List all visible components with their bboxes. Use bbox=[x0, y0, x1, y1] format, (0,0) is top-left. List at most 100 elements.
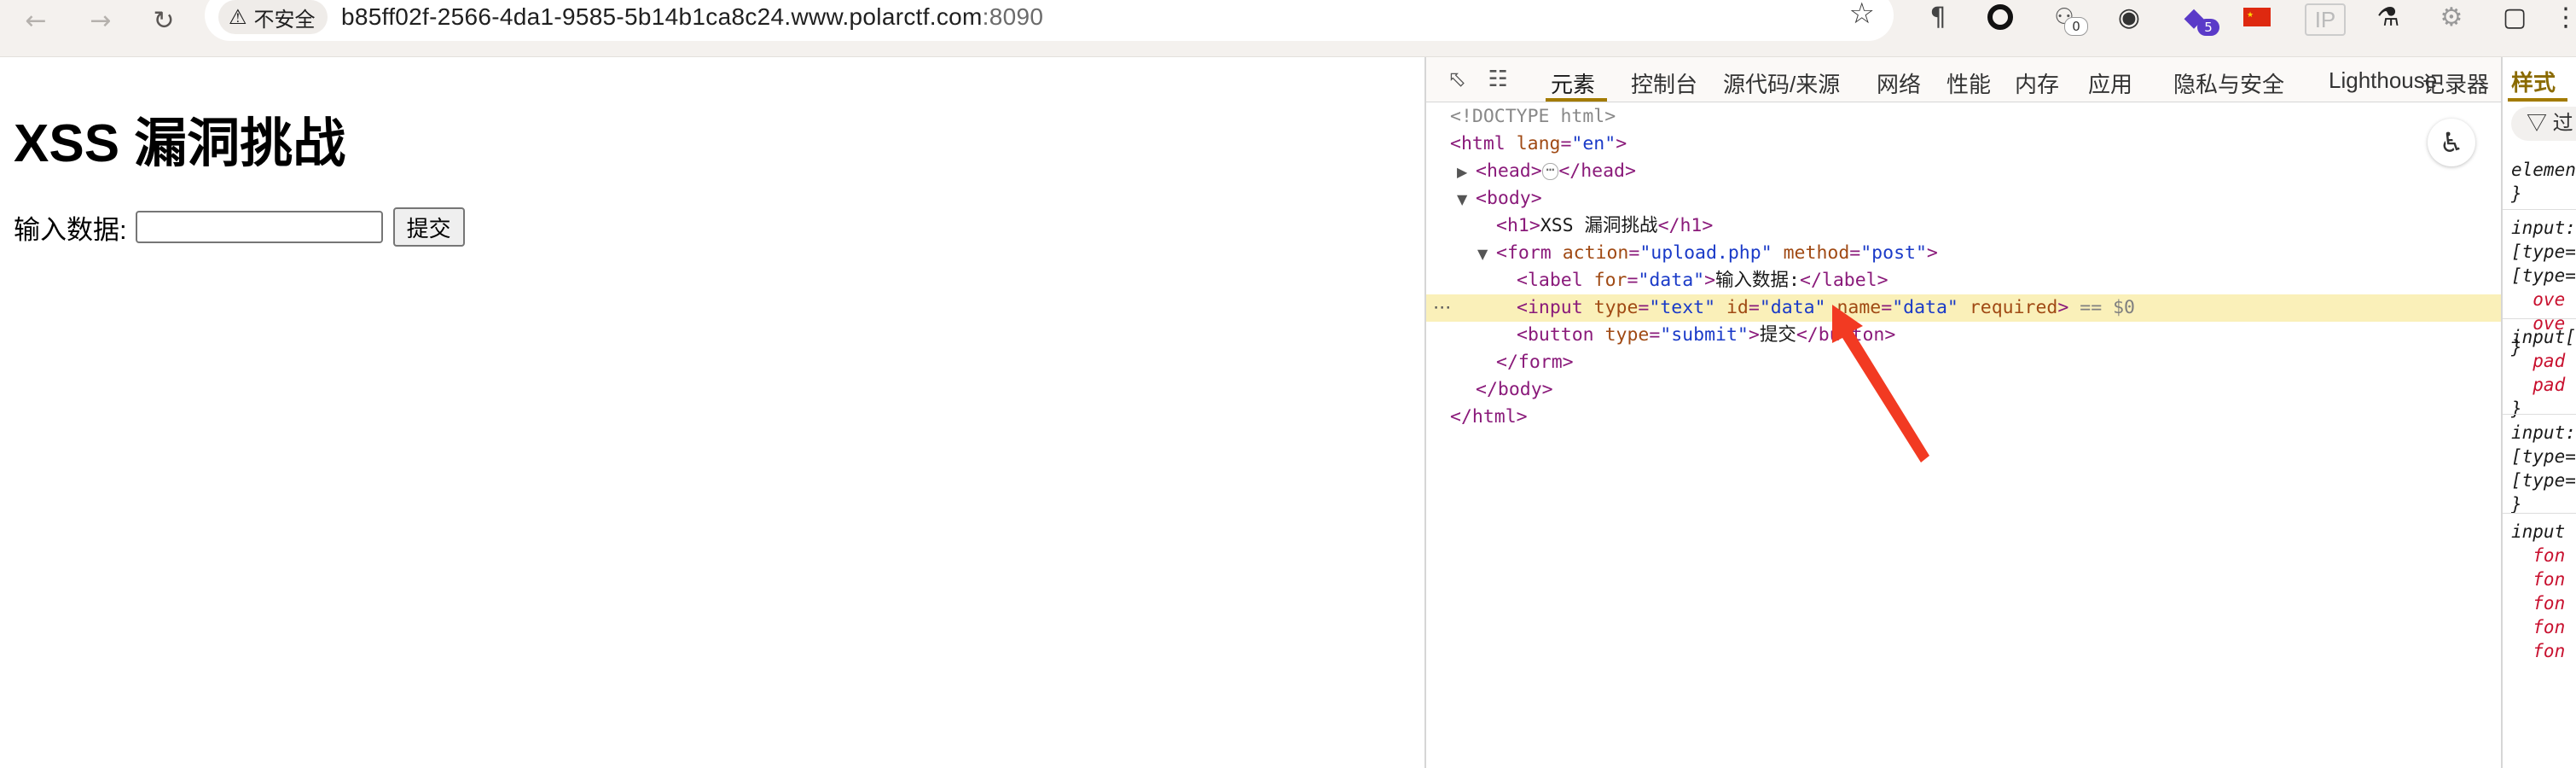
circle-extension-icon[interactable] bbox=[1983, 0, 2017, 34]
val-button-type: "submit" bbox=[1660, 324, 1749, 346]
inspect-element-icon[interactable]: ⬁ bbox=[1442, 64, 1472, 95]
dom-line-label[interactable]: <label for="data">输入数据:</label> bbox=[1426, 267, 2501, 294]
page-viewport: XSS 漏洞挑战 输入数据: 提交 bbox=[0, 57, 1424, 768]
device-toolbar-icon[interactable]: ☷ bbox=[1482, 64, 1513, 95]
tag-html-close: </html> bbox=[1450, 406, 1528, 428]
tag-h1-open: <h1> bbox=[1496, 215, 1540, 236]
styles-tab-indicator bbox=[2508, 98, 2567, 102]
browser-toolbar: ← → ↻ ⚠ 不安全 b85ff02f-2566-4da1-9585-5b14… bbox=[0, 0, 2576, 57]
attr-id: id bbox=[1726, 297, 1749, 318]
rule-separator bbox=[2503, 414, 2576, 415]
devtools-tab-8[interactable]: Lighthouse bbox=[2329, 67, 2437, 94]
label-text: 输入数据: bbox=[1715, 270, 1800, 291]
styles-tab[interactable]: 样式 bbox=[2511, 66, 2556, 97]
warning-icon: ⚠ bbox=[229, 5, 247, 29]
dom-line-button[interactable]: <button type="submit">提交</button> bbox=[1426, 322, 2501, 349]
val-type: "text" bbox=[1649, 297, 1716, 318]
dom-line-body-close[interactable]: </body> bbox=[1426, 376, 2501, 404]
button-text: 提交 bbox=[1759, 324, 1796, 346]
submit-button[interactable]: 提交 bbox=[392, 207, 465, 247]
style-rule-3[interactable]: input: [type= [type= } bbox=[2511, 421, 2576, 516]
collapse-triangle-icon[interactable]: ▼ bbox=[1457, 186, 1476, 213]
profile-icon[interactable]: ⋮ bbox=[2553, 0, 2576, 34]
tag-button-open: <button bbox=[1517, 324, 1594, 346]
address-bar[interactable]: ⚠ 不安全 b85ff02f-2566-4da1-9585-5b14b1ca8c… bbox=[205, 0, 1894, 41]
attr-required: required bbox=[1969, 297, 2058, 318]
style-rule-4[interactable]: input fon fon fon fon fon bbox=[2511, 520, 2576, 663]
rule-separator bbox=[2503, 209, 2576, 210]
tag-h1-close: </h1> bbox=[1657, 215, 1714, 236]
dom-line-form-close[interactable]: </form> bbox=[1426, 349, 2501, 376]
devtools-tab-6[interactable]: 应用 bbox=[2088, 67, 2132, 99]
dom-line-html-close[interactable]: </html> bbox=[1426, 404, 2501, 431]
devtools-tab-7[interactable]: 隐私与安全 bbox=[2173, 67, 2284, 99]
attr-button-type: type bbox=[1604, 324, 1650, 346]
security-label: 不安全 bbox=[253, 8, 316, 32]
attr-name: name bbox=[1836, 297, 1882, 318]
pilcrow-extension-icon[interactable]: ¶ bbox=[1921, 0, 1955, 34]
dom-line-h1[interactable]: <h1>XSS 漏洞挑战</h1> bbox=[1426, 212, 2501, 240]
tag-body-close: </body> bbox=[1476, 379, 1553, 400]
tag-head-open: <head> bbox=[1476, 160, 1542, 182]
counter-extension-icon[interactable]: ⚇ 0 bbox=[2047, 0, 2088, 36]
reload-icon[interactable]: ↻ bbox=[147, 3, 181, 38]
puzzle-extensions-icon[interactable]: ▢ bbox=[2498, 0, 2532, 34]
forward-icon[interactable]: → bbox=[84, 3, 118, 38]
tag-body-open: <body> bbox=[1476, 188, 1542, 209]
devtools-tab-9[interactable]: 记录器 bbox=[2422, 67, 2489, 99]
dom-line-head[interactable]: ▶ <head> ⋯ </head> bbox=[1426, 158, 2501, 185]
tag-form-open: <form bbox=[1496, 242, 1552, 264]
styles-filter-input[interactable]: ▽ 过 bbox=[2511, 107, 2576, 141]
val-lang: "en" bbox=[1571, 133, 1616, 154]
styles-pane: 样式 ▽ 过 element }input: [type= [type= ove… bbox=[2501, 57, 2576, 768]
attr-lang: lang bbox=[1516, 133, 1561, 154]
expand-triangle-icon[interactable]: ▶ bbox=[1457, 159, 1476, 186]
val-action: "upload.php" bbox=[1639, 242, 1772, 264]
val-name: "data" bbox=[1892, 297, 1958, 318]
url-port: :8090 bbox=[982, 3, 1044, 30]
back-icon[interactable]: ← bbox=[19, 3, 53, 38]
url-text[interactable]: b85ff02f-2566-4da1-9585-5b14b1ca8c24.www… bbox=[341, 3, 1043, 31]
rule-separator bbox=[2503, 318, 2576, 319]
bookmark-star-icon[interactable]: ☆ bbox=[1849, 0, 1875, 31]
dom-line-form[interactable]: ▼ <form action="upload.php" method="post"… bbox=[1426, 240, 2501, 267]
selected-node-marker: == $0 bbox=[2080, 297, 2136, 318]
gear-extension-icon[interactable]: ⚙ bbox=[2434, 0, 2469, 34]
val-id: "data" bbox=[1759, 297, 1826, 318]
dom-line-doctype[interactable]: <!DOCTYPE html> bbox=[1426, 103, 2501, 131]
h1-text: XSS 漏洞挑战 bbox=[1540, 215, 1658, 236]
devtools-tab-1[interactable]: 控制台 bbox=[1631, 67, 1697, 99]
devtools-toolbar: ⬁ ☷ 元素 控制台 源代码/来源 网络 性能 内存 应用 隐私与安全 Lighthouse 记录… bbox=[1426, 57, 2576, 102]
more-options-icon[interactable]: ⋯ bbox=[1433, 294, 1452, 322]
attr-for: for bbox=[1593, 270, 1627, 291]
shield-extension-icon[interactable]: ◆ 5 bbox=[2175, 0, 2219, 36]
dom-line-html[interactable]: <html lang="en"> bbox=[1426, 131, 2501, 158]
page-title: XSS 漏洞挑战 bbox=[14, 114, 346, 173]
devtools-tab-0[interactable]: 元素 bbox=[1551, 67, 1595, 99]
devtools-tab-5[interactable]: 内存 bbox=[2015, 67, 2059, 99]
devtools-panel: ⬁ ☷ 元素 控制台 源代码/来源 网络 性能 内存 应用 隐私与安全 Lighthouse 记录… bbox=[1424, 57, 2576, 768]
devtools-tab-4[interactable]: 性能 bbox=[1947, 67, 1991, 99]
doctype-text: <!DOCTYPE html> bbox=[1450, 106, 1616, 127]
flask-extension-icon[interactable]: ⚗ bbox=[2371, 0, 2405, 34]
dom-line-input-selected[interactable]: ⋯ <input type="text" id="data" name="dat… bbox=[1426, 294, 2501, 322]
ip-extension-icon[interactable]: IP bbox=[2305, 3, 2346, 36]
security-indicator[interactable]: ⚠ 不安全 bbox=[218, 0, 328, 34]
tag-button-close: </button> bbox=[1796, 324, 1896, 346]
url-host: b85ff02f-2566-4da1-9585-5b14b1ca8c24.www… bbox=[341, 3, 983, 30]
devtools-tab-3[interactable]: 网络 bbox=[1877, 67, 1921, 99]
devtools-tab-2[interactable]: 源代码/来源 bbox=[1723, 67, 1840, 99]
tag-label-close: </label> bbox=[1800, 270, 1888, 291]
flag-extension-icon[interactable]: ★ bbox=[2240, 0, 2274, 34]
collapse-triangle-icon[interactable]: ▼ bbox=[1477, 241, 1496, 268]
data-label: 输入数据: bbox=[14, 214, 127, 245]
hat-extension-icon[interactable]: ◉ bbox=[2112, 0, 2146, 34]
collapsed-ellipsis[interactable]: ⋯ bbox=[1541, 163, 1559, 180]
attr-type: type bbox=[1593, 297, 1639, 318]
svg-text:★: ★ bbox=[2247, 11, 2254, 20]
style-rule-0[interactable]: element } bbox=[2511, 158, 2576, 206]
dom-line-body[interactable]: ▼ <body> bbox=[1426, 185, 2501, 212]
style-rule-2[interactable]: input[ pad pad } bbox=[2511, 325, 2576, 421]
upload-form: 输入数据: 提交 bbox=[14, 207, 465, 247]
data-input[interactable] bbox=[135, 211, 383, 243]
